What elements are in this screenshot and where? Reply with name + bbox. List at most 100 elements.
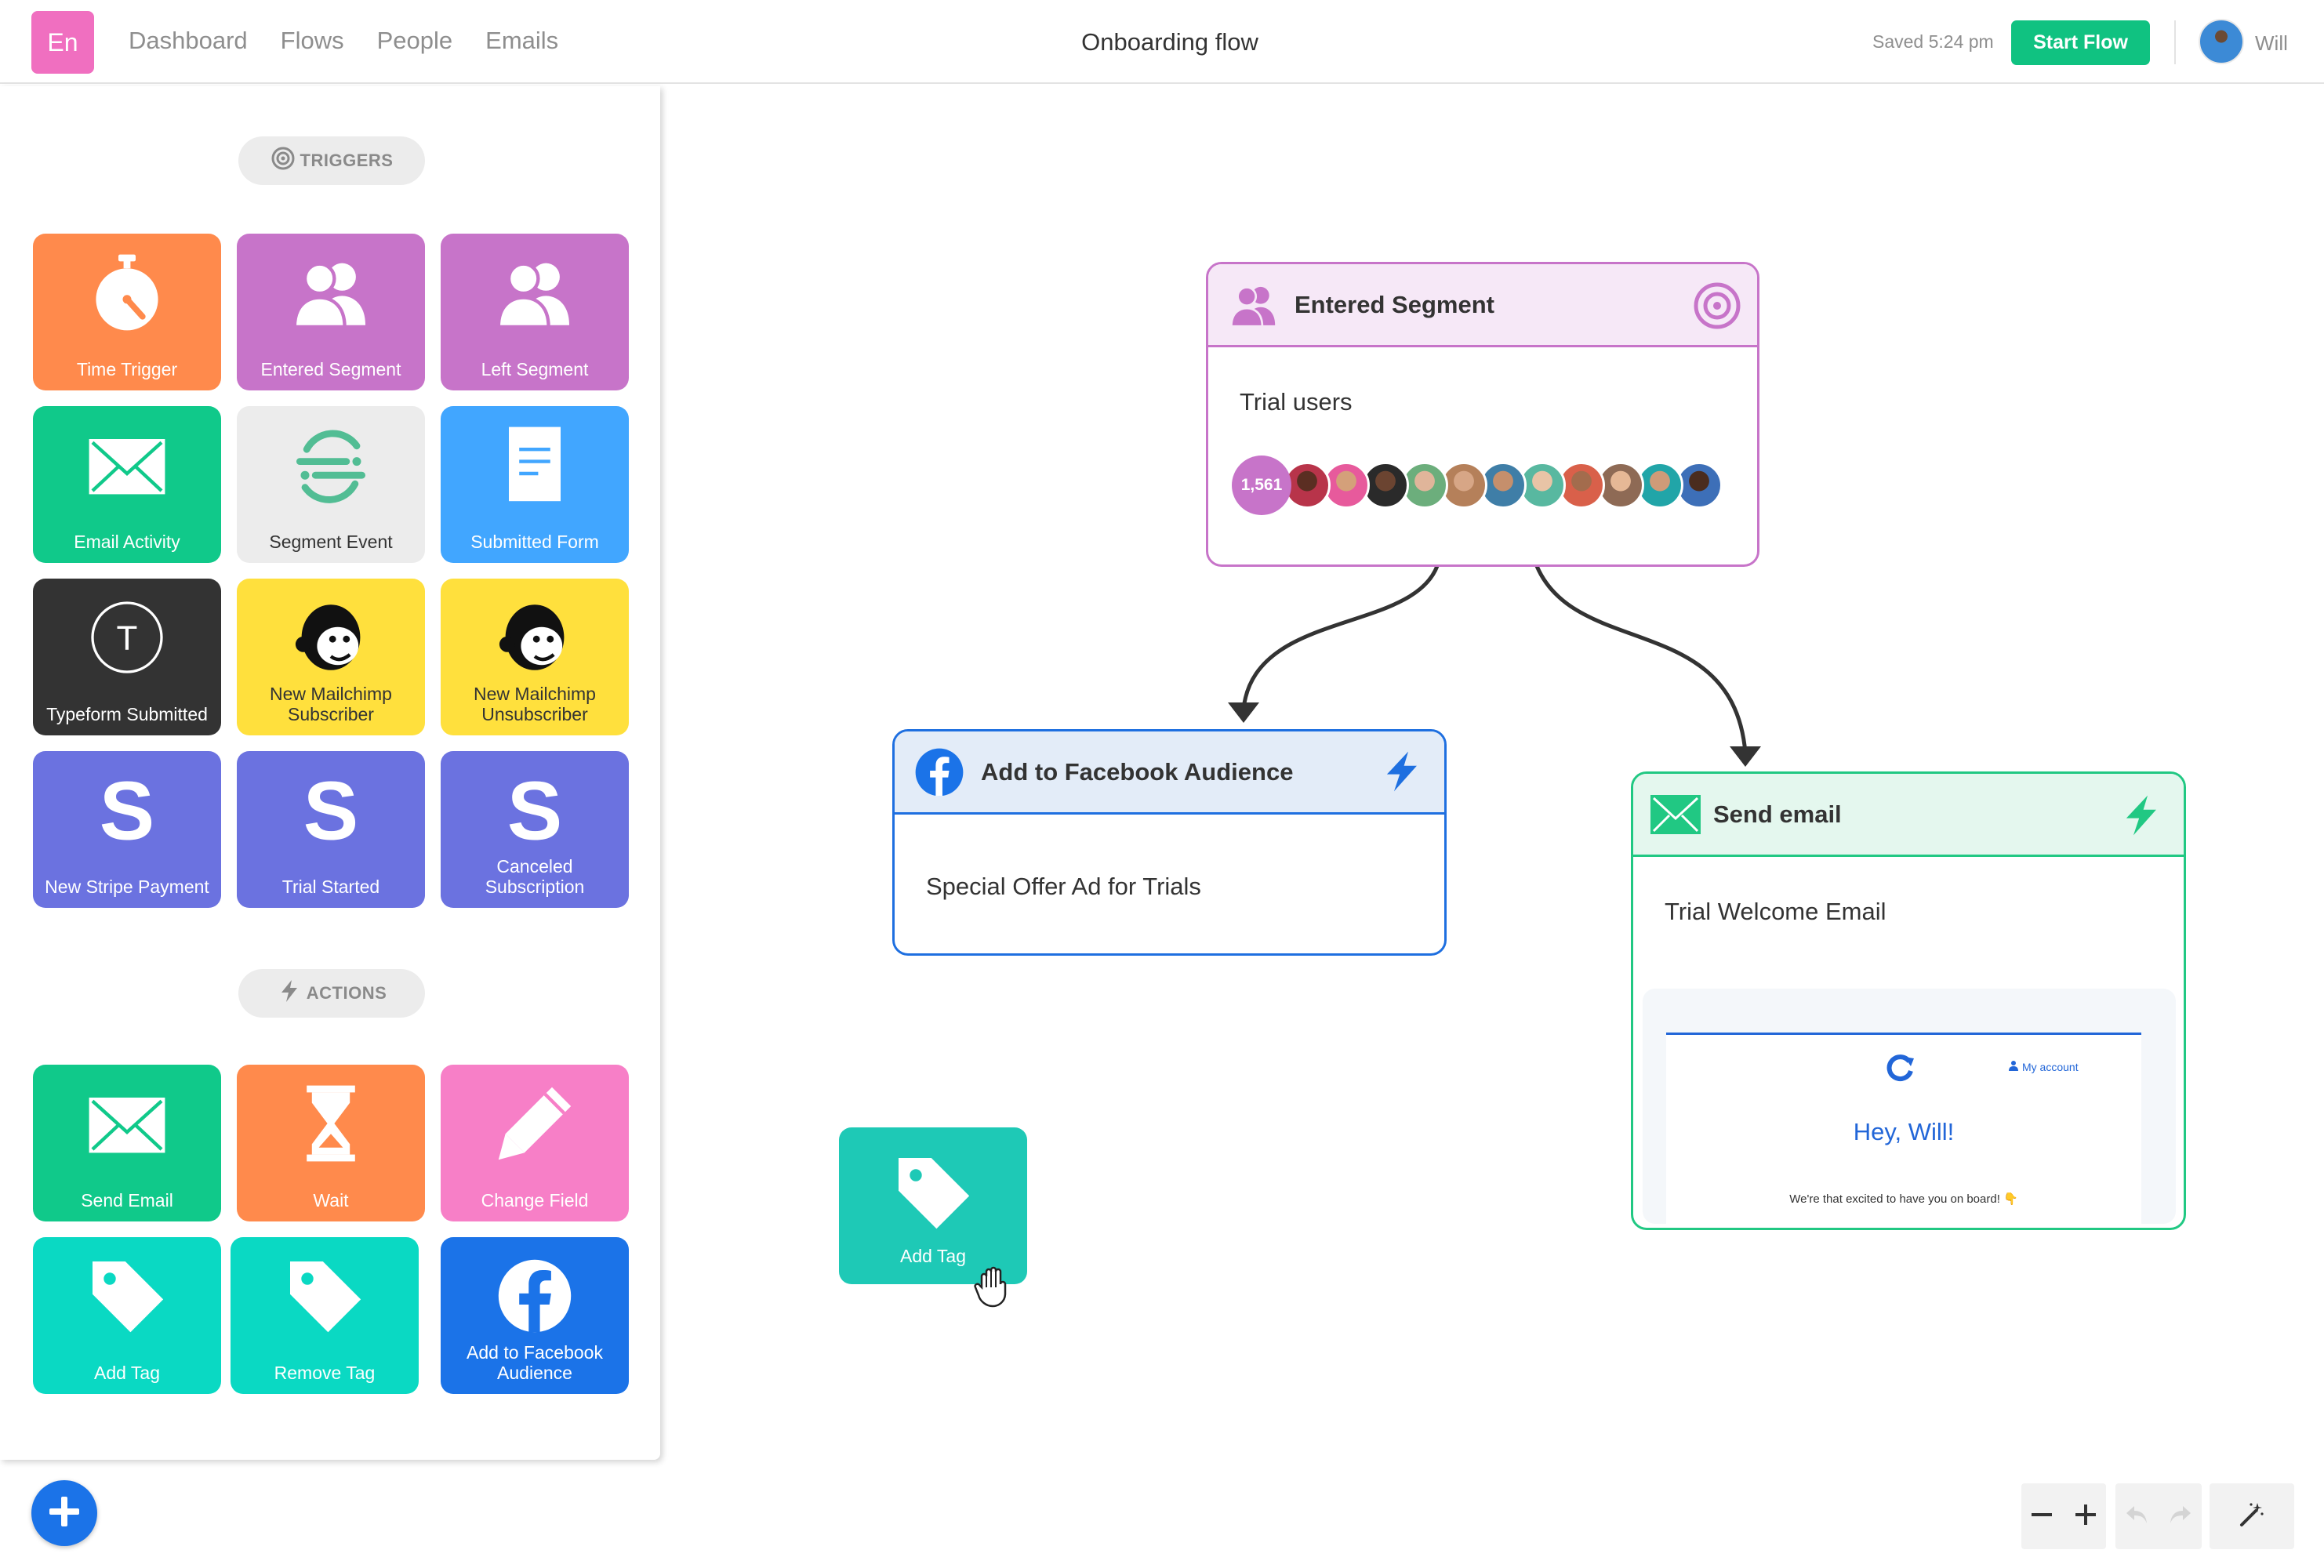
start-flow-button[interactable]: Start Flow: [2011, 20, 2150, 65]
mailchimp-logo-icon: [492, 594, 578, 681]
history-controls: [2115, 1483, 2202, 1549]
envelope-icon: [1650, 794, 1701, 834]
tile-time-trigger[interactable]: Time Trigger: [33, 234, 221, 390]
dragged-add-tag-tile[interactable]: Add Tag: [839, 1127, 1027, 1284]
triggers-label: TRIGGERS: [300, 151, 394, 170]
node-entered-segment[interactable]: Entered Segment Trial users 1,561: [1206, 262, 1759, 567]
tile-segment-event[interactable]: Segment Event: [237, 406, 425, 563]
tag-icon: [281, 1253, 368, 1339]
stripe-logo-icon: S: [492, 767, 578, 853]
tile-email-activity[interactable]: Email Activity: [33, 406, 221, 563]
nav-people[interactable]: People: [377, 27, 453, 55]
account-label: My account: [2022, 1060, 2079, 1073]
tile-submitted-form[interactable]: Submitted Form: [441, 406, 629, 563]
tile-entered-segment[interactable]: Entered Segment: [237, 234, 425, 390]
lightning-icon: [1378, 749, 1424, 794]
tag-icon: [890, 1149, 976, 1236]
main-nav: Dashboard Flows People Emails: [129, 27, 558, 55]
node-palette: TRIGGERS Time Trigger Entered Segment Le…: [0, 86, 660, 1460]
app-logo[interactable]: En: [31, 11, 94, 74]
redo-button[interactable]: [2167, 1501, 2194, 1532]
hourglass-icon: [288, 1080, 374, 1167]
tile-left-segment[interactable]: Left Segment: [441, 234, 629, 390]
node-body-text: Trial Welcome Email: [1665, 898, 1886, 925]
email-preview-text: We're that excited to have you on board!…: [1789, 1192, 2018, 1206]
tile-label: Trial Started: [281, 877, 380, 897]
tile-remove-tag[interactable]: Remove Tag: [231, 1237, 419, 1394]
node-header: Add to Facebook Audience: [895, 731, 1444, 815]
tile-add-to-facebook-audience[interactable]: Add to Facebook Audience: [441, 1237, 629, 1394]
tile-label: Entered Segment: [260, 359, 401, 379]
svg-text:S: S: [507, 767, 562, 853]
lightning-icon: [277, 978, 302, 1008]
node-add-to-facebook-audience[interactable]: Add to Facebook Audience Special Offer A…: [892, 729, 1447, 956]
user-avatar[interactable]: [2199, 19, 2244, 64]
tile-typeform-submitted[interactable]: T Typeform Submitted: [33, 579, 221, 735]
add-node-button[interactable]: [31, 1480, 97, 1546]
stripe-logo-icon: S: [84, 767, 170, 853]
email-preview-greeting: Hey, Will!: [1853, 1118, 1955, 1145]
node-send-email[interactable]: Send email Trial Welcome Email My accoun…: [1631, 771, 2186, 1230]
tag-icon: [84, 1253, 170, 1339]
tile-label: Email Activity: [74, 532, 180, 552]
tile-label: Add to Facebook Audience: [467, 1342, 603, 1383]
tile-change-field[interactable]: Change Field: [441, 1065, 629, 1221]
segment-logo-icon: [288, 422, 374, 508]
plus-icon: [45, 1492, 84, 1535]
node-header: Entered Segment: [1208, 264, 1757, 347]
nav-flows[interactable]: Flows: [281, 27, 344, 55]
refresh-logo-icon: [1884, 1052, 1915, 1083]
flow-title[interactable]: Onboarding flow: [1013, 28, 1327, 56]
segment-member-avatars: 1,561: [1232, 456, 1723, 515]
undo-button[interactable]: [2123, 1501, 2150, 1532]
tile-label: Typeform Submitted: [46, 704, 208, 724]
user-icon: [2008, 1060, 2019, 1073]
tile-label: Remove Tag: [274, 1363, 376, 1383]
node-title: Send email: [1713, 800, 1842, 828]
tile-trial-started[interactable]: S Trial Started: [237, 751, 425, 908]
tile-label: Send Email: [81, 1190, 173, 1210]
tile-label: Wait: [313, 1190, 349, 1210]
tile-wait[interactable]: Wait: [237, 1065, 425, 1221]
node-title: Entered Segment: [1295, 290, 1494, 318]
user-name[interactable]: Will: [2255, 31, 2288, 56]
triggers-section-label: TRIGGERS: [238, 136, 425, 185]
lightning-icon: [2118, 793, 2163, 838]
auto-layout-button[interactable]: [2210, 1483, 2294, 1549]
zoom-out-button[interactable]: [2028, 1501, 2055, 1532]
node-body-text: Trial users: [1240, 388, 1353, 416]
email-preview-content: My account Hey, Will! We're that excited…: [1666, 1033, 2141, 1224]
tile-new-mailchimp-subscriber[interactable]: New Mailchimp Subscriber: [237, 579, 425, 735]
zoom-in-button[interactable]: [2072, 1501, 2099, 1532]
actions-label: ACTIONS: [306, 983, 387, 1003]
tile-new-stripe-payment[interactable]: S New Stripe Payment: [33, 751, 221, 908]
stopwatch-icon: [84, 249, 170, 336]
tile-label: Left Segment: [481, 359, 589, 379]
form-icon: [492, 422, 578, 508]
saved-status: Saved 5:24 pm: [1872, 31, 1994, 52]
nav-dashboard[interactable]: Dashboard: [129, 27, 248, 55]
tile-label: New Stripe Payment: [45, 877, 209, 897]
tile-send-email[interactable]: Send Email: [33, 1065, 221, 1221]
node-title: Add to Facebook Audience: [981, 757, 1294, 786]
tile-add-tag[interactable]: Add Tag: [33, 1237, 221, 1394]
node-header: Send email: [1633, 774, 2184, 857]
pencil-icon: [492, 1080, 578, 1167]
tile-label: New Mailchimp Subscriber: [270, 684, 392, 724]
tile-label: Segment Event: [269, 532, 393, 552]
stripe-logo-icon: S: [288, 767, 374, 853]
tile-new-mailchimp-unsubscriber[interactable]: New Mailchimp Unsubscriber: [441, 579, 629, 735]
tile-label: Submitted Form: [470, 532, 599, 552]
mailchimp-logo-icon: [288, 594, 374, 681]
email-preview-account-link: My account: [2008, 1060, 2079, 1073]
tile-canceled-subscription[interactable]: S Canceled Subscription: [441, 751, 629, 908]
users-icon: [1227, 278, 1280, 332]
svg-text:S: S: [303, 767, 358, 853]
typeform-logo-icon: T: [84, 594, 170, 681]
email-preview[interactable]: My account Hey, Will! We're that excited…: [1643, 989, 2176, 1224]
facebook-icon: [913, 746, 965, 798]
nav-emails[interactable]: Emails: [485, 27, 558, 55]
tile-label: Change Field: [481, 1190, 589, 1210]
envelope-icon: [84, 422, 170, 508]
node-body-text: Special Offer Ad for Trials: [926, 873, 1201, 900]
